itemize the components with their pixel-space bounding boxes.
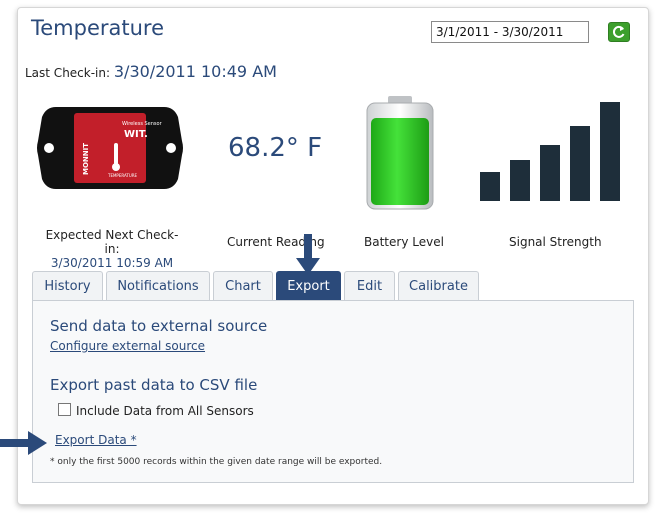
- include-all-sensors-checkbox[interactable]: [58, 403, 71, 416]
- refresh-icon: [612, 25, 625, 38]
- last-checkin-value: 3/30/2011 10:49 AM: [113, 62, 277, 81]
- signal-strength-icon: [478, 100, 626, 204]
- export-footnote: * only the first 5000 records within the…: [50, 457, 383, 467]
- sensor-image: Wireless Sensor WIT. MONNIT TEMPERATURE: [36, 103, 184, 193]
- tab-calibrate[interactable]: Calibrate: [398, 271, 479, 300]
- configure-external-source-link[interactable]: Configure external source: [50, 339, 205, 353]
- battery-level-label: Battery Level: [364, 235, 444, 249]
- arrow-right-icon: [0, 431, 47, 455]
- tab-edit[interactable]: Edit: [344, 271, 395, 300]
- page-title: Temperature: [31, 16, 165, 40]
- tab-chart[interactable]: Chart: [213, 271, 273, 300]
- tab-notifications[interactable]: Notifications: [106, 271, 210, 300]
- tab-history[interactable]: History: [32, 271, 103, 300]
- battery-icon: [363, 94, 437, 212]
- next-checkin: Expected Next Check-in: 3/30/2011 10:59 …: [40, 228, 184, 270]
- signal-strength-label: Signal Strength: [509, 235, 602, 249]
- refresh-button[interactable]: [608, 22, 630, 42]
- sensor-brand: WIT.: [124, 129, 148, 140]
- sensor-line1: Wireless Sensor: [122, 121, 163, 127]
- sensor-side-text: MONNIT: [82, 143, 90, 175]
- next-checkin-label: Expected Next Check-in:: [45, 228, 179, 256]
- next-checkin-value: 3/30/2011 10:59 AM: [50, 256, 174, 270]
- last-checkin: Last Check-in: 3/30/2011 10:49 AM: [25, 62, 277, 81]
- sensor-type: TEMPERATURE: [107, 173, 138, 178]
- date-range-input[interactable]: [431, 21, 589, 43]
- export-data-link[interactable]: Export Data *: [55, 433, 137, 447]
- include-all-sensors-label: Include Data from All Sensors: [76, 404, 254, 418]
- last-checkin-label: Last Check-in:: [25, 66, 111, 80]
- csv-export-heading: Export past data to CSV file: [50, 376, 258, 394]
- arrow-down-icon: [296, 234, 320, 275]
- external-source-heading: Send data to external source: [50, 317, 268, 335]
- current-reading-value: 68.2° F: [228, 133, 323, 163]
